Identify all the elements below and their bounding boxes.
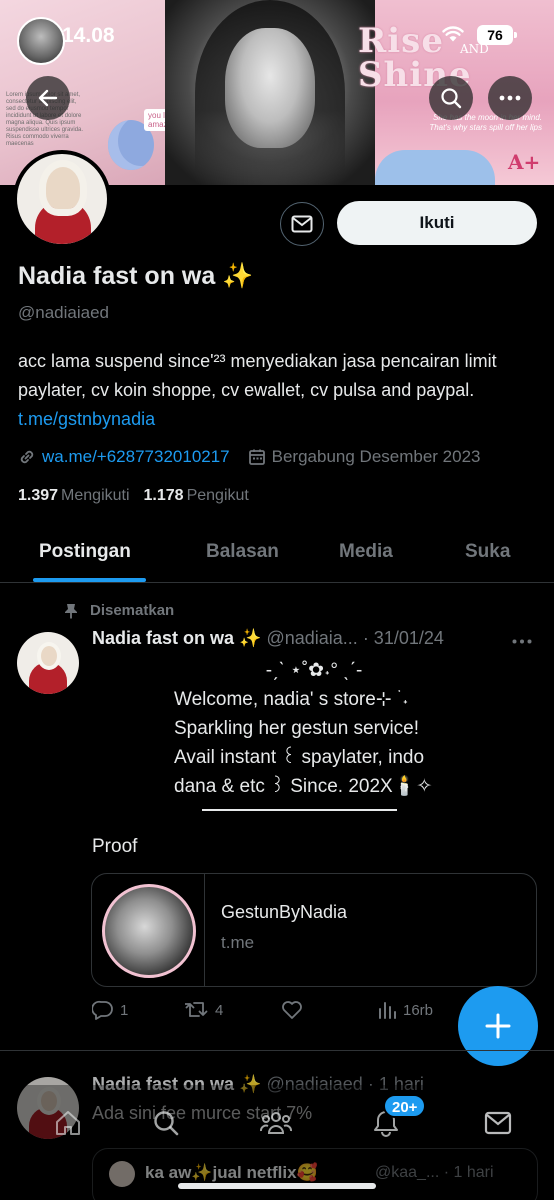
link-icon	[20, 450, 34, 464]
followers-link[interactable]: 1.178 Pengikut	[144, 487, 249, 504]
link-preview-card[interactable]: GestunByNadia t.me	[91, 873, 537, 987]
home-indicator[interactable]	[178, 1183, 376, 1189]
wifi-icon	[442, 26, 464, 42]
mail-icon	[291, 215, 313, 233]
followers-count: 1.178	[143, 487, 184, 504]
tab-balasan[interactable]: Balasan	[206, 541, 279, 563]
link-card-image	[102, 884, 196, 978]
tweet-header: Nadia fast on wa ✨ @nadiaia... · 31/01/2…	[92, 628, 444, 649]
home-icon	[56, 1111, 80, 1135]
reply-button[interactable]: 1	[92, 1000, 128, 1020]
calendar-icon	[248, 449, 265, 465]
profile-meta: wa.me/+6287732010217 Bergabung Desember …	[18, 447, 481, 467]
pin-icon	[65, 603, 77, 618]
profile-bio: acc lama suspend since'²³ menyediakan ja…	[18, 347, 538, 434]
search-icon	[154, 1111, 179, 1136]
status-bar-avatar	[17, 17, 65, 65]
plus-icon	[485, 1013, 511, 1039]
tweet-avatar-head	[37, 642, 61, 670]
tab-media[interactable]: Media	[339, 541, 393, 563]
website-link[interactable]: wa.me/+6287732010217	[42, 447, 230, 467]
link-card-thumbnail	[92, 874, 205, 986]
following-count: 1.397	[18, 487, 59, 504]
analytics-icon	[379, 1002, 396, 1019]
tweet-author-handle[interactable]: @nadiaia...	[266, 628, 357, 648]
tweet-actions: 1 4 16rb	[92, 1000, 452, 1024]
mail-icon	[484, 1111, 512, 1135]
tweet-body: -ˏˋ ⋆˚✿˖° ˎˊ- Welcome, nadia' s store⊹ ࣪…	[174, 656, 484, 811]
notification-badge: 20+	[383, 1094, 427, 1118]
nav-search[interactable]	[146, 1103, 186, 1143]
profile-display-name: Nadia fast on wa ✨	[18, 262, 254, 290]
tab-postingan[interactable]: Postingan	[39, 541, 131, 563]
communities-icon	[260, 1112, 292, 1134]
heart-icon	[282, 1001, 302, 1019]
tweet-more-button[interactable]	[512, 628, 532, 649]
compose-button[interactable]	[458, 986, 538, 1066]
tweet-divider-line	[202, 809, 397, 811]
link-card-domain: t.me	[221, 933, 255, 952]
link-card-title: GestunByNadia	[221, 902, 348, 922]
banner-cloud	[375, 150, 495, 185]
avatar-hijab	[39, 160, 87, 216]
tweet-line-1: Welcome, nadia' s store⊹ ࣪ ˖	[174, 689, 409, 710]
pinned-label: Disematkan	[90, 602, 175, 619]
more-dots-icon	[499, 95, 521, 101]
tweet-line-2: Sparkling her gestun service!	[174, 718, 420, 739]
bio-link[interactable]: t.me/gstnbynadia	[18, 409, 155, 429]
followers-label: Pengikut	[186, 487, 249, 504]
message-button[interactable]	[280, 202, 324, 246]
follow-button[interactable]: Ikuti	[337, 201, 537, 245]
views-button[interactable]: 16rb	[377, 1000, 433, 1020]
active-tab-indicator	[33, 578, 146, 582]
tweet-avatar[interactable]	[17, 632, 79, 694]
tab-suka[interactable]: Suka	[465, 541, 510, 563]
following-link[interactable]: 1.397 Mengikuti	[18, 487, 130, 504]
nav-communities[interactable]	[256, 1103, 296, 1143]
reply-icon	[92, 1000, 113, 1020]
joined-date: Bergabung Desember 2023	[271, 447, 481, 466]
bio-text: acc lama suspend since'²³ menyediakan ja…	[18, 351, 497, 400]
profile-handle: @nadiaiaed	[18, 303, 109, 322]
tweet-divider	[0, 1050, 554, 1051]
retweet-count: 4	[215, 1001, 224, 1019]
nav-messages[interactable]	[478, 1103, 518, 1143]
more-dots-icon	[512, 639, 532, 644]
reply-count: 1	[120, 1001, 129, 1019]
tweet-proof-text: Proof	[92, 836, 138, 857]
tweet-date[interactable]: · 31/01/24	[363, 628, 444, 648]
tweet-deco-line: -ˏˋ ⋆˚✿˖° ˎˊ-	[265, 660, 363, 681]
back-button[interactable]	[26, 76, 70, 120]
profile-tabs: Postingan Balasan Media Suka	[0, 530, 554, 583]
search-icon	[441, 88, 462, 109]
views-count: 16rb	[403, 1001, 434, 1019]
banner-grade: A+	[508, 150, 541, 174]
status-bar: 14.08 76	[0, 0, 554, 65]
following-label: Mengikuti	[61, 487, 130, 504]
nav-home[interactable]	[48, 1103, 88, 1143]
arrow-left-icon	[38, 89, 58, 107]
retweet-icon	[185, 1002, 208, 1017]
retweet-button[interactable]: 4	[185, 1000, 223, 1020]
status-clock: 14.08	[62, 24, 115, 47]
follow-counts: 1.397 Mengikuti 1.178 Pengikut	[18, 487, 249, 505]
more-options-button[interactable]	[488, 76, 532, 120]
pinned-indicator: Disematkan	[64, 602, 174, 619]
like-button[interactable]	[281, 1000, 303, 1020]
tweet-author-name[interactable]: Nadia fast on wa ✨	[92, 628, 261, 648]
search-button[interactable]	[429, 76, 473, 120]
tweet-line-3: Avail instant ꒰ spaylater, indo	[174, 747, 425, 768]
battery-indicator: 76	[477, 25, 517, 45]
profile-avatar[interactable]	[13, 150, 111, 248]
tweet-line-4: dana & etc ꒱ Since. 202X🕯️✧	[174, 776, 433, 797]
